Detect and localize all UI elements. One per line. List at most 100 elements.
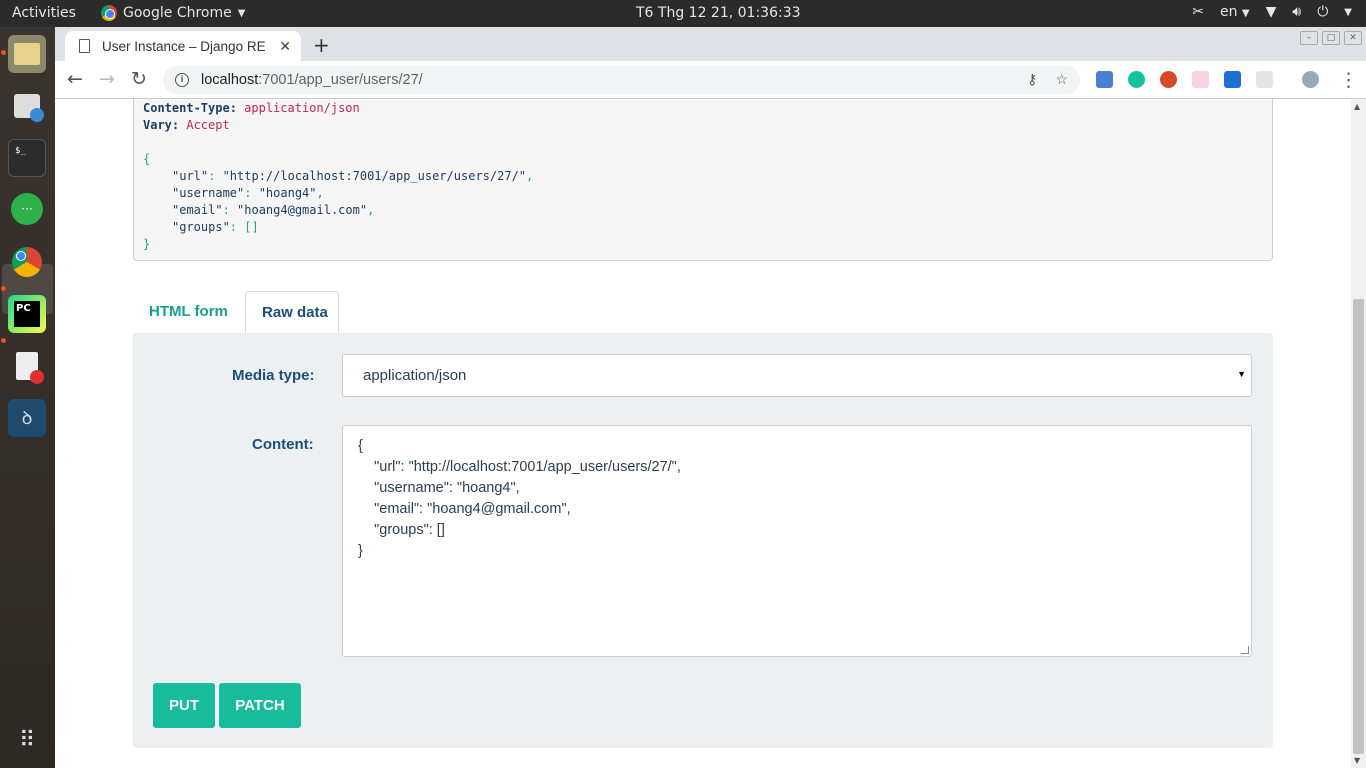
response-panel: Content-Type: application/json Vary: Acc…: [133, 99, 1273, 261]
json-value: "hoang4@gmail.com": [237, 203, 368, 217]
translate-extension-icon[interactable]: [1096, 71, 1113, 88]
header-key: Content-Type:: [143, 101, 237, 115]
menu-kebab-icon[interactable]: ⋮: [1339, 69, 1358, 91]
chevron-down-icon: ▼: [1241, 8, 1250, 19]
scroll-down-icon[interactable]: ▼: [1354, 756, 1360, 765]
page-shape: [16, 352, 44, 384]
raw-data-form: Media type: application/json ▼ Content: …: [133, 333, 1273, 748]
patch-button[interactable]: PATCH: [219, 683, 301, 728]
app-menu[interactable]: Google Chrome ▼: [101, 5, 245, 21]
json-value: []: [244, 220, 259, 234]
grammarly-extension-icon[interactable]: [1128, 71, 1145, 88]
media-type-select[interactable]: application/json ▼: [342, 354, 1252, 397]
resize-handle[interactable]: [1241, 646, 1249, 654]
chevron-down-icon: ▼: [237, 7, 246, 19]
text-editor-icon[interactable]: [8, 347, 46, 385]
profile-avatar[interactable]: [1302, 71, 1319, 88]
address-bar[interactable]: i localhost:7001/app_user/users/27/ ⚷ ☆: [163, 66, 1080, 94]
json-field: "username": "hoang4",: [172, 186, 324, 200]
json-open-brace: {: [143, 152, 151, 166]
show-apps-icon[interactable]: ⠿: [8, 721, 46, 759]
whatsapp-icon[interactable]: ···: [8, 190, 46, 228]
browser-toolbar: ← → ↻ i localhost:7001/app_user/users/27…: [55, 61, 1366, 99]
power-icon[interactable]: ⏻: [1317, 4, 1328, 20]
content-label: Content:: [252, 436, 314, 453]
mysql-workbench-icon[interactable]: ꝺ: [8, 399, 46, 437]
maximize-button[interactable]: □: [1322, 31, 1340, 45]
software-updater-icon[interactable]: [8, 87, 46, 125]
chevron-down-icon[interactable]: ▼: [1344, 7, 1352, 18]
activities-button[interactable]: Activities: [12, 5, 76, 21]
header-value: Accept: [186, 118, 230, 132]
chrome-dock-icon[interactable]: [8, 243, 46, 281]
reload-button[interactable]: ↻: [131, 68, 147, 90]
omnibox-actions: ⚷ ☆: [1027, 71, 1068, 88]
minimize-button[interactable]: –: [1300, 31, 1318, 45]
pycharm-mark: PC: [14, 301, 40, 327]
bookmark-star-icon[interactable]: ☆: [1055, 71, 1068, 88]
json-key: "groups": [172, 220, 230, 234]
scroll-up-icon[interactable]: ▲: [1354, 102, 1360, 111]
system-top-bar: Activities Google Chrome ▼ T6 Thg 12 21,…: [0, 0, 1366, 27]
bag-shape: [14, 94, 44, 122]
media-type-value: application/json: [363, 367, 467, 384]
tab-raw-data[interactable]: Raw data: [245, 291, 339, 334]
pocket-extension-icon[interactable]: [1224, 71, 1241, 88]
clock[interactable]: T6 Thg 12 21, 01:36:33: [636, 5, 801, 21]
json-field: "email": "hoang4@gmail.com",: [172, 203, 375, 217]
chat-bubble-shape: ···: [11, 193, 43, 225]
scrollbar-thumb[interactable]: [1353, 299, 1364, 754]
new-tab-button[interactable]: +: [313, 33, 330, 57]
extension-icon[interactable]: [1256, 71, 1273, 88]
tools-icon[interactable]: ✂: [1192, 4, 1204, 20]
dropdown-caret-icon: ▼: [1237, 369, 1246, 379]
window-controls: – □ ✕: [1300, 31, 1362, 45]
unicorn-extension-icon[interactable]: [1192, 71, 1209, 88]
pycharm-icon[interactable]: PC: [8, 295, 46, 333]
pencil-badge: [30, 370, 44, 384]
browser-tab[interactable]: User Instance – Django RE ✕: [65, 31, 301, 61]
files-app-icon[interactable]: [8, 35, 46, 73]
running-indicator: [1, 286, 6, 291]
page-scrollbar[interactable]: ▲ ▼: [1351, 99, 1366, 768]
content-textarea[interactable]: { "url": "http://localhost:7001/app_user…: [342, 425, 1252, 657]
language-indicator[interactable]: en ▼: [1220, 4, 1250, 20]
put-button[interactable]: PUT: [153, 683, 215, 728]
json-comma: ,: [526, 169, 534, 183]
tab-strip: User Instance – Django RE ✕ + – □ ✕: [55, 27, 1366, 61]
folder-shape: [14, 43, 40, 65]
json-close-brace: }: [143, 237, 151, 251]
address-host: localhost: [201, 72, 259, 88]
document-icon: [79, 39, 90, 53]
back-button[interactable]: ←: [67, 68, 83, 90]
close-tab-icon[interactable]: ✕: [279, 38, 291, 55]
terminal-icon[interactable]: $_: [8, 139, 46, 177]
response-header-line: Vary: Accept: [143, 117, 1263, 134]
running-indicator: [1, 50, 6, 55]
content-text: { "url": "http://localhost:7001/app_user…: [358, 438, 681, 559]
key-icon[interactable]: ⚷: [1027, 71, 1037, 88]
json-key: "email": [172, 203, 223, 217]
response-header-line: Content-Type: application/json: [143, 100, 1263, 117]
chrome-icon: [101, 5, 117, 21]
download-badge: [30, 108, 44, 122]
forward-button[interactable]: →: [99, 68, 115, 90]
json-field: "url": "http://localhost:7001/app_user/u…: [172, 169, 534, 183]
app-name: Google Chrome: [123, 5, 232, 21]
close-window-button[interactable]: ✕: [1344, 31, 1362, 45]
dolphin-shape: ꝺ: [21, 408, 33, 429]
media-type-label: Media type:: [232, 367, 315, 384]
running-indicator: [1, 338, 6, 343]
json-key: "url": [172, 169, 209, 183]
site-info-icon[interactable]: i: [175, 73, 189, 87]
santa-extension-icon[interactable]: [1160, 71, 1177, 88]
tab-html-form[interactable]: HTML form: [133, 291, 244, 334]
tab-title: User Instance – Django RE: [102, 38, 266, 54]
volume-icon[interactable]: 🔊︎: [1292, 4, 1301, 20]
json-comma: ,: [367, 203, 375, 217]
system-tray: ✂ en ▼ ▼ 🔊︎ ⏻ ▼: [1192, 4, 1352, 20]
json-field: "groups": []: [172, 220, 259, 234]
wifi-icon[interactable]: ▼: [1266, 4, 1277, 20]
page-content: Content-Type: application/json Vary: Acc…: [55, 99, 1351, 768]
header-value: application/json: [244, 101, 360, 115]
